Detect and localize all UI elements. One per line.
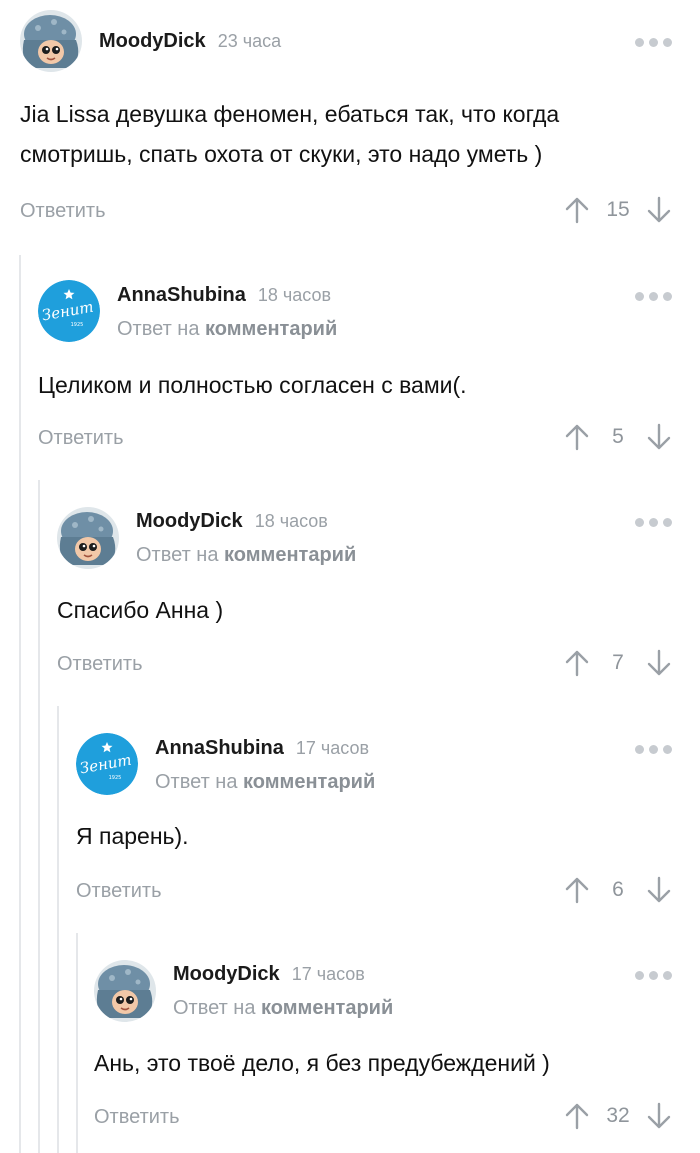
comment-text: Целиком и полностью согласен с вами(. [38,365,467,405]
comment-header: MoodyDick 17 часов [173,963,365,986]
thread-line [38,480,40,1153]
octopus-avatar[interactable] [94,960,156,1022]
thread-line [76,933,78,1153]
author-name[interactable]: MoodyDick [99,30,206,53]
thread-line [57,706,59,1153]
comment-text-line: Я парень). [76,823,189,849]
rating-control: 15 [562,195,674,225]
comment-text: Ань, это твоё дело, я без предубеждений … [94,1043,550,1083]
downvote-arrow-icon[interactable] [644,195,674,225]
reply-button[interactable]: Ответить [20,200,106,223]
upvote-arrow-icon[interactable] [562,195,592,225]
zenit-avatar[interactable]: Зенит 1925 [76,733,138,795]
rating-control: 5 [562,422,674,452]
reply-to-line: Ответ на комментарий [173,997,393,1020]
upvote-arrow-icon[interactable] [562,1101,592,1131]
reply-to-prefix: Ответ на [155,771,238,793]
reply-button[interactable]: Ответить [94,1106,180,1129]
more-options-icon[interactable] [635,971,672,980]
more-options-icon[interactable] [635,38,672,47]
zenit-avatar[interactable]: Зенит 1925 [38,280,100,342]
reply-button[interactable]: Ответить [38,427,124,450]
comment-time: 17 часов [291,964,365,984]
comment-header: MoodyDick 18 часов [136,510,328,533]
reply-to-comment-link[interactable]: комментарий [261,997,393,1019]
reply-button[interactable]: Ответить [76,880,162,903]
reply-to-comment-link[interactable]: комментарий [205,318,337,340]
svg-text:1925: 1925 [71,322,84,328]
rating-score: 5 [612,425,624,448]
rating-score: 32 [606,1104,630,1127]
upvote-arrow-icon[interactable] [562,422,592,452]
rating-control: 32 [562,1101,674,1131]
comment-text-line: Спасибо Анна ) [57,597,224,623]
comment-time: 18 часов [257,285,332,305]
downvote-arrow-icon[interactable] [644,422,674,452]
comment-header: AnnaShubina 18 часов [117,284,331,307]
downvote-arrow-icon[interactable] [644,875,674,905]
rating-control: 6 [562,875,674,905]
more-options-icon[interactable] [635,745,672,754]
rating-score: 6 [612,878,624,901]
downvote-arrow-icon[interactable] [644,648,674,678]
reply-to-comment-link[interactable]: комментарий [243,771,375,793]
reply-to-prefix: Ответ на [136,544,219,566]
comment-text: Я парень). [76,816,189,856]
comment-header: MoodyDick 23 часа [99,30,281,53]
reply-to-line: Ответ на комментарий [136,544,356,567]
octopus-avatar[interactable] [20,10,82,72]
reply-to-comment-link[interactable]: комментарий [224,544,356,566]
comment-header: AnnaShubina 17 часов [155,737,369,760]
rating-score: 7 [612,651,624,674]
reply-button[interactable]: Ответить [57,653,143,676]
rating-score: 15 [606,198,630,221]
comment-text: Jia Lissa девушка феномен, ебаться так, … [20,94,559,174]
svg-text:1925: 1925 [109,775,122,781]
comment-text-line: Целиком и полностью согласен с вами(. [38,372,467,398]
reply-to-line: Ответ на комментарий [117,318,337,341]
downvote-arrow-icon[interactable] [644,1101,674,1131]
upvote-arrow-icon[interactable] [562,875,592,905]
comment-time: 17 часов [295,738,370,758]
more-options-icon[interactable] [635,518,672,527]
author-name[interactable]: MoodyDick [173,963,280,986]
comment-text-line: Ань, это твоё дело, я без предубеждений … [94,1050,550,1076]
author-name[interactable]: AnnaShubina [155,737,284,760]
comment-text-line: смотришь, спать охота от скуки, это надо… [20,141,543,167]
upvote-arrow-icon[interactable] [562,648,592,678]
reply-to-prefix: Ответ на [173,997,256,1019]
octopus-avatar[interactable] [57,507,119,569]
rating-control: 7 [562,648,674,678]
comment-text-line: Jia Lissa девушка феномен, ебаться так, … [20,101,560,127]
comment-time: 18 часов [254,511,328,531]
thread-line [19,255,21,1153]
author-name[interactable]: AnnaShubina [117,284,246,307]
more-options-icon[interactable] [635,292,672,301]
comment-time: 23 часа [217,31,282,51]
comment-text: Спасибо Анна ) [57,590,223,630]
reply-to-line: Ответ на комментарий [155,771,375,794]
reply-to-prefix: Ответ на [117,318,200,340]
author-name[interactable]: MoodyDick [136,510,243,533]
